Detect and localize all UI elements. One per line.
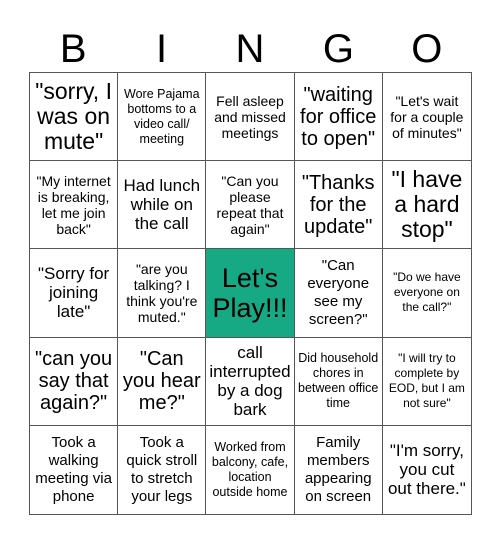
header-letter-b: B <box>59 27 87 71</box>
cell-text: "are you talking? I think you're muted." <box>126 260 198 325</box>
bingo-cell-g5[interactable]: Family members appearing on screen <box>295 425 383 514</box>
cell-text: Took a quick stroll to stretch your legs <box>126 433 198 505</box>
bingo-cell-n5[interactable]: Worked from balcony, cafe, location outs… <box>206 425 295 514</box>
bingo-cell-b4[interactable]: "can you say that again?" <box>30 337 119 426</box>
cell-text: "Sorry for joining late" <box>37 264 110 322</box>
bingo-cell-b3[interactable]: "Sorry for joining late" <box>30 249 119 338</box>
cell-text: "I have a hard stop" <box>391 166 463 243</box>
bingo-cell-b5[interactable]: Took a walking meeting via phone <box>30 425 119 514</box>
bingo-cell-g3[interactable]: "Can everyone see my screen?" <box>294 249 383 338</box>
bingo-cell-n4[interactable]: call interrupted by a dog bark <box>206 337 295 426</box>
cell-text: "Can you hear me?" <box>122 348 201 415</box>
bingo-cell-i4[interactable]: "Can you hear me?" <box>118 337 207 426</box>
cell-text: "Can everyone see my screen?" <box>307 256 370 328</box>
cell-text: "I will try to complete by EOD, but I am… <box>388 351 465 411</box>
cell-text: "can you say that again?" <box>35 348 113 415</box>
header-letter-o: O <box>411 27 443 71</box>
cell-text: "Let's wait for a couple of minutes" <box>390 92 464 141</box>
cell-text: "My internet is breaking, let me join ba… <box>36 172 111 237</box>
cell-text: "I'm sorry, you cut out there." <box>387 441 466 499</box>
bingo-cell-o5[interactable]: "I'm sorry, you cut out there." <box>383 426 471 514</box>
free-space-label: Let's Play!!! <box>212 262 288 323</box>
header-letter-i: I <box>156 27 168 71</box>
bingo-cell-b1[interactable]: "sorry, I was on mute" <box>30 73 119 162</box>
cell-text: "waiting for office to open" <box>300 83 377 150</box>
cell-text: Took a walking meeting via phone <box>35 433 112 505</box>
bingo-cell-n2[interactable]: "Can you please repeat that again" <box>206 161 295 250</box>
cell-text: Worked from balcony, cafe, location outs… <box>211 439 289 499</box>
bingo-cell-g4[interactable]: Did household chores in between office t… <box>294 337 383 426</box>
bingo-cell-i1[interactable]: Wore Pajama bottoms to a video call/ mee… <box>118 73 207 162</box>
bingo-cell-o3[interactable]: "Do we have everyone on the call?" <box>382 249 471 338</box>
bingo-cell-i5[interactable]: Took a quick stroll to stretch your legs <box>118 425 207 514</box>
cell-text: Family members appearing on screen <box>304 433 372 505</box>
cell-text: Wore Pajama bottoms to a video call/ mee… <box>124 86 200 146</box>
bingo-cell-g2[interactable]: "Thanks for the update" <box>294 161 383 250</box>
bingo-cell-o1[interactable]: "Let's wait for a couple of minutes" <box>382 73 471 162</box>
bingo-cell-o2[interactable]: "I have a hard stop" <box>382 161 471 250</box>
cell-text: Fell asleep and missed meetings <box>214 92 286 141</box>
cell-text: Had lunch while on the call <box>123 176 201 234</box>
bingo-cell-n1[interactable]: Fell asleep and missed meetings <box>206 73 295 162</box>
cell-text: "Thanks for the update" <box>301 171 375 238</box>
cell-text: "Can you please repeat that again" <box>216 172 284 237</box>
free-space-cell[interactable]: Let's Play!!! <box>206 249 295 338</box>
cell-text: "Do we have everyone on the call?" <box>393 270 461 315</box>
header-letter-n: N <box>235 27 265 71</box>
bingo-header: B I N G O <box>29 26 471 72</box>
bingo-cell-i3[interactable]: "are you talking? I think you're muted." <box>118 249 207 338</box>
header-letter-g: G <box>322 27 354 71</box>
cell-text: call interrupted by a dog bark <box>209 343 291 420</box>
bingo-card-grid: "sorry, I was on mute" Wore Pajama botto… <box>29 72 472 515</box>
bingo-cell-g1[interactable]: "waiting for office to open" <box>294 73 383 162</box>
bingo-cell-b2[interactable]: "My internet is breaking, let me join ba… <box>30 161 119 250</box>
cell-text: "sorry, I was on mute" <box>35 78 112 155</box>
bingo-cell-i2[interactable]: Had lunch while on the call <box>118 161 207 250</box>
cell-text: Did household chores in between office t… <box>298 351 379 411</box>
bingo-cell-o4[interactable]: "I will try to complete by EOD, but I am… <box>382 338 471 426</box>
